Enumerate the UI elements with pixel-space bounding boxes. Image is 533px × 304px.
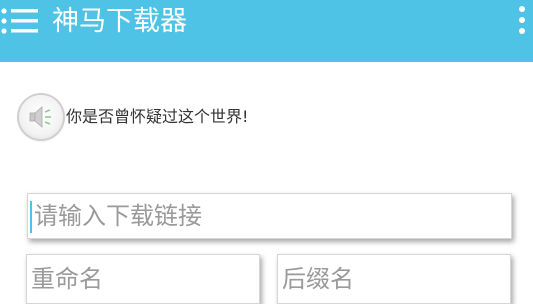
menu-button[interactable] [0, 6, 40, 38]
text-cursor [30, 201, 32, 233]
vertical-dots-icon [519, 6, 525, 34]
overflow-menu-button[interactable] [512, 4, 532, 38]
speaker-icon [29, 106, 51, 128]
speaker-button[interactable] [19, 95, 63, 139]
hamburger-menu-icon [1, 8, 38, 34]
app-title: 神马下载器 [52, 6, 187, 37]
suffix-field[interactable] [277, 254, 511, 304]
download-url-field[interactable] [27, 193, 512, 239]
notice-text: 你是否曾怀疑过这个世界! [66, 107, 249, 126]
suffix-input[interactable] [278, 255, 510, 303]
app-bar: 神马下载器 [0, 0, 533, 62]
rename-field[interactable] [26, 254, 260, 304]
rename-input[interactable] [27, 255, 259, 303]
download-url-input[interactable] [28, 194, 511, 238]
